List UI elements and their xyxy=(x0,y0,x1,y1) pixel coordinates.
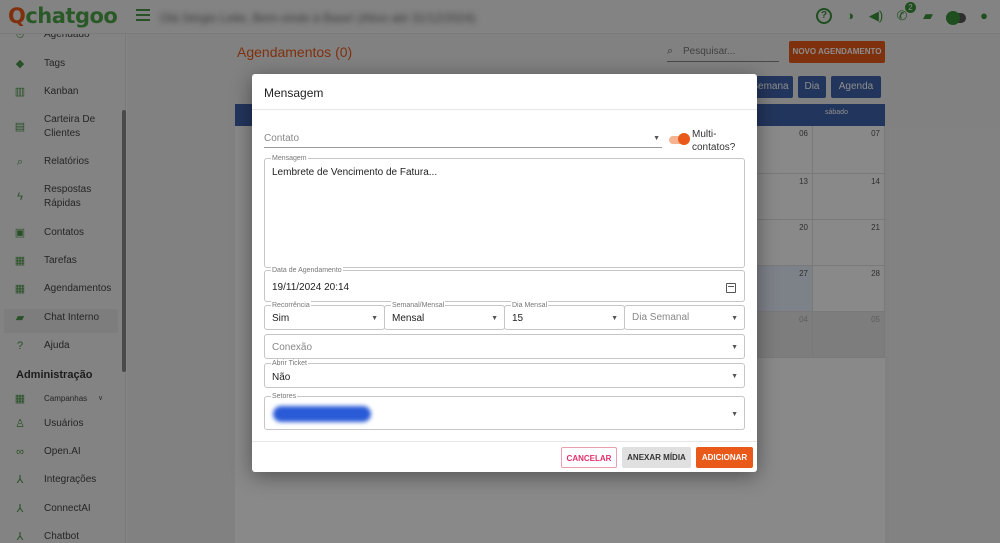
caret-down-icon: ▼ xyxy=(491,315,498,322)
caret-down-icon: ▼ xyxy=(731,373,738,380)
open-ticket-select[interactable]: Abrir Ticket Não ▼ xyxy=(264,359,745,388)
caret-down-icon: ▼ xyxy=(611,315,618,322)
caret-down-icon: ▼ xyxy=(371,315,378,322)
attach-media-button[interactable]: ANEXAR MÍDIA xyxy=(622,447,691,468)
contact-select[interactable]: Contato ▼ xyxy=(264,130,662,148)
recurrence-value: Sim xyxy=(272,313,290,324)
multi-contacts-toggle[interactable] xyxy=(669,133,690,145)
recurrence-select[interactable]: Recorrência Sim ▼ xyxy=(264,301,385,330)
month-day-value: 15 xyxy=(512,313,524,324)
sectors-select[interactable]: Setores ▼ xyxy=(264,392,745,430)
caret-down-icon: ▼ xyxy=(731,315,738,322)
caret-down-icon: ▼ xyxy=(731,411,738,418)
week-day-placeholder: Dia Semanal xyxy=(632,312,690,323)
weekly-monthly-select[interactable]: Semanal/Mensal Mensal ▼ xyxy=(384,301,505,330)
caret-down-icon: ▼ xyxy=(653,135,660,142)
sector-chip[interactable] xyxy=(273,406,371,422)
divider xyxy=(252,109,757,110)
dialog-title: Mensagem xyxy=(264,86,324,100)
open-ticket-value: Não xyxy=(272,372,291,383)
sectors-legend: Setores xyxy=(271,392,298,401)
contact-label: Contato xyxy=(264,133,300,144)
weekly-monthly-value: Mensal xyxy=(392,313,425,324)
weekly-monthly-legend: Semanal/Mensal xyxy=(391,301,446,310)
cancel-button[interactable]: CANCELAR xyxy=(561,447,617,468)
message-legend: Mensagem xyxy=(271,154,308,163)
divider xyxy=(252,441,757,442)
connection-placeholder: Conexão xyxy=(272,342,313,353)
month-day-select[interactable]: Dia Mensal 15 ▼ xyxy=(504,301,625,330)
schedule-value: 19/11/2024 20:14 xyxy=(272,282,350,293)
add-button[interactable]: ADICIONAR xyxy=(696,447,753,468)
schedule-date-field[interactable]: Data de Agendamento 19/11/2024 20:14 xyxy=(264,266,745,302)
schedule-legend: Data de Agendamento xyxy=(271,266,343,275)
message-dialog: Mensagem Contato ▼ Multi-contatos? Mensa… xyxy=(252,74,757,472)
connection-select[interactable]: Conexão ▼ xyxy=(264,334,745,359)
recurrence-legend: Recorrência xyxy=(271,301,311,310)
message-textarea[interactable]: Mensagem Lembrete de Vencimento de Fatur… xyxy=(264,154,745,268)
open-ticket-legend: Abrir Ticket xyxy=(271,359,309,368)
multi-contacts-label: Multi-contatos? xyxy=(692,129,736,153)
caret-down-icon: ▼ xyxy=(731,344,738,351)
calendar-icon[interactable] xyxy=(726,283,736,293)
week-day-select[interactable]: Dia Semanal ▼ xyxy=(624,305,745,330)
message-value: Lembrete de Vencimento de Fatura... xyxy=(272,167,438,178)
month-day-legend: Dia Mensal xyxy=(511,301,549,310)
